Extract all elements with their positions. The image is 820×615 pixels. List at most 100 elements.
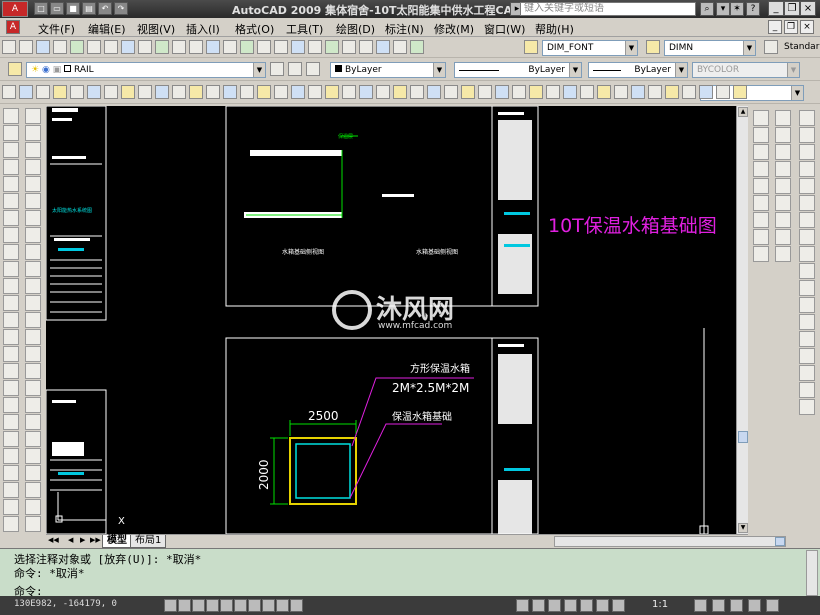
snap-center-icon[interactable] — [799, 212, 815, 228]
dim-style-icon[interactable] — [646, 40, 660, 54]
region-icon[interactable] — [257, 85, 271, 99]
send-back-icon[interactable] — [775, 127, 791, 143]
ellipse-icon[interactable] — [3, 261, 19, 277]
steering-wheel-icon[interactable] — [596, 599, 609, 612]
zoom-window-icon[interactable] — [274, 40, 288, 54]
insert-block-icon[interactable] — [3, 295, 19, 311]
search-icon[interactable]: ⌕ — [700, 2, 714, 16]
drawing-svg[interactable]: 太阳能热水系统图 保温层 水箱基础侧视图 水箱基础侧视图 10T保温水箱基础图 — [46, 106, 736, 534]
draw-extra-4-icon[interactable] — [3, 499, 19, 515]
list-icon[interactable] — [775, 229, 791, 245]
draw-extra-1-icon[interactable] — [3, 448, 19, 464]
preview-icon[interactable] — [70, 40, 84, 54]
dim-aligned-icon[interactable] — [753, 127, 769, 143]
block-icon[interactable] — [189, 85, 203, 99]
intersect-icon[interactable] — [410, 85, 424, 99]
doc-close-icon[interactable]: × — [800, 20, 814, 34]
showmotion-icon[interactable] — [612, 599, 625, 612]
line-v-icon[interactable] — [2, 85, 16, 99]
tab-last-icon[interactable]: ▶▶ — [90, 536, 101, 544]
annotation-visibility-icon[interactable] — [694, 599, 707, 612]
open-icon[interactable]: ▭ — [50, 2, 64, 15]
menu-file[interactable]: 文件(F) — [38, 21, 75, 37]
stretch-icon[interactable] — [25, 244, 41, 260]
plotstyle-select[interactable]: BYCOLOR ▼ — [692, 62, 800, 78]
rotate-icon[interactable] — [25, 210, 41, 226]
zoom-realtime-icon[interactable] — [257, 40, 271, 54]
clean-screen-icon[interactable] — [766, 599, 779, 612]
trim-icon[interactable] — [25, 261, 41, 277]
zoom-previous-icon[interactable] — [291, 40, 305, 54]
dim-ordinate-icon[interactable] — [753, 161, 769, 177]
undo-icon[interactable] — [206, 40, 220, 54]
planar-icon[interactable] — [563, 85, 577, 99]
undo-icon[interactable]: ↶ — [98, 2, 112, 15]
minimize-icon[interactable]: _ — [768, 1, 784, 16]
draw-extra-2-icon[interactable] — [3, 465, 19, 481]
mirror-icon[interactable] — [25, 142, 41, 158]
snap-insert-icon[interactable] — [799, 297, 815, 313]
snap-toggle-icon[interactable] — [164, 599, 177, 612]
draw-extra-5-icon[interactable] — [3, 516, 19, 532]
cut-icon[interactable] — [121, 40, 135, 54]
break-icon[interactable] — [25, 312, 41, 328]
drawing-canvas[interactable]: 太阳能热水系统图 保温层 水箱基础侧视图 水箱基础侧视图 10T保温水箱基础图 — [46, 106, 736, 534]
ellipse-arc-icon[interactable] — [3, 278, 19, 294]
object-snap-icon[interactable] — [799, 110, 815, 126]
command-window[interactable]: 选择注释对象或 [放弃(U)]: *取消* 命令: *取消* 命令: — [0, 548, 820, 598]
menu-format[interactable]: 格式(O) — [235, 21, 274, 37]
lock-icon[interactable] — [748, 599, 761, 612]
layer-select[interactable]: ☀ ◉ ▣ RAIL ▼ — [26, 62, 266, 78]
design-center-icon[interactable] — [325, 40, 339, 54]
spline-icon[interactable] — [138, 85, 152, 99]
match-prop-icon[interactable] — [172, 40, 186, 54]
draw-extra-3-icon[interactable] — [3, 482, 19, 498]
dim-quick-icon[interactable] — [753, 246, 769, 262]
area-icon[interactable] — [775, 212, 791, 228]
layer-states-icon[interactable] — [306, 62, 320, 76]
paste-icon[interactable] — [155, 40, 169, 54]
snap-endpoint-icon[interactable] — [799, 127, 815, 143]
document-icon[interactable]: A — [6, 20, 20, 34]
snap-nearest-icon[interactable] — [799, 331, 815, 347]
application-menu-button[interactable]: A — [2, 1, 28, 17]
3d-dwf-icon[interactable] — [104, 40, 118, 54]
snap-from-icon[interactable] — [799, 399, 815, 415]
clean-icon[interactable] — [699, 85, 713, 99]
arc-icon[interactable] — [87, 85, 101, 99]
offset-icon[interactable] — [25, 159, 41, 175]
snap-none-icon[interactable] — [799, 348, 815, 364]
text-front-icon[interactable] — [775, 178, 791, 194]
horizontal-scrollbar[interactable] — [554, 536, 786, 547]
array-icon[interactable] — [25, 176, 41, 192]
search-input[interactable]: 键入关键字或短语 — [520, 2, 696, 16]
save-icon[interactable]: ■ — [66, 2, 80, 15]
tab-first-icon[interactable]: ◀◀ — [48, 536, 59, 544]
tool-palettes-icon[interactable] — [342, 40, 356, 54]
snap-tangent-icon[interactable] — [799, 246, 815, 262]
polygon-icon[interactable] — [53, 85, 67, 99]
qp-toggle-icon[interactable] — [290, 599, 303, 612]
doc-minimize-icon[interactable]: _ — [768, 20, 782, 34]
dyn-toggle-icon[interactable] — [262, 599, 275, 612]
help-icon[interactable] — [410, 40, 424, 54]
lwt-toggle-icon[interactable] — [276, 599, 289, 612]
modify-extra-7-icon[interactable] — [25, 499, 41, 515]
subtract-icon[interactable] — [393, 85, 407, 99]
dim-arc-icon[interactable] — [753, 144, 769, 160]
layer-manager-icon[interactable] — [8, 62, 22, 76]
pan-icon[interactable] — [240, 40, 254, 54]
wedge-icon[interactable] — [444, 85, 458, 99]
ortho-toggle-icon[interactable] — [192, 599, 205, 612]
sphere-icon[interactable] — [478, 85, 492, 99]
doc-restore-icon[interactable]: ❐ — [784, 20, 798, 34]
layer-previous-icon[interactable] — [288, 62, 302, 76]
explode-icon[interactable] — [25, 380, 41, 396]
grid-toggle-icon[interactable] — [178, 599, 191, 612]
snap-quadrant-icon[interactable] — [799, 229, 815, 245]
menu-help[interactable]: 帮助(H) — [535, 21, 574, 37]
help-icon[interactable]: ? — [746, 2, 760, 16]
line-icon[interactable] — [3, 108, 19, 124]
markup-icon[interactable] — [376, 40, 390, 54]
table-style-icon[interactable] — [764, 40, 778, 54]
